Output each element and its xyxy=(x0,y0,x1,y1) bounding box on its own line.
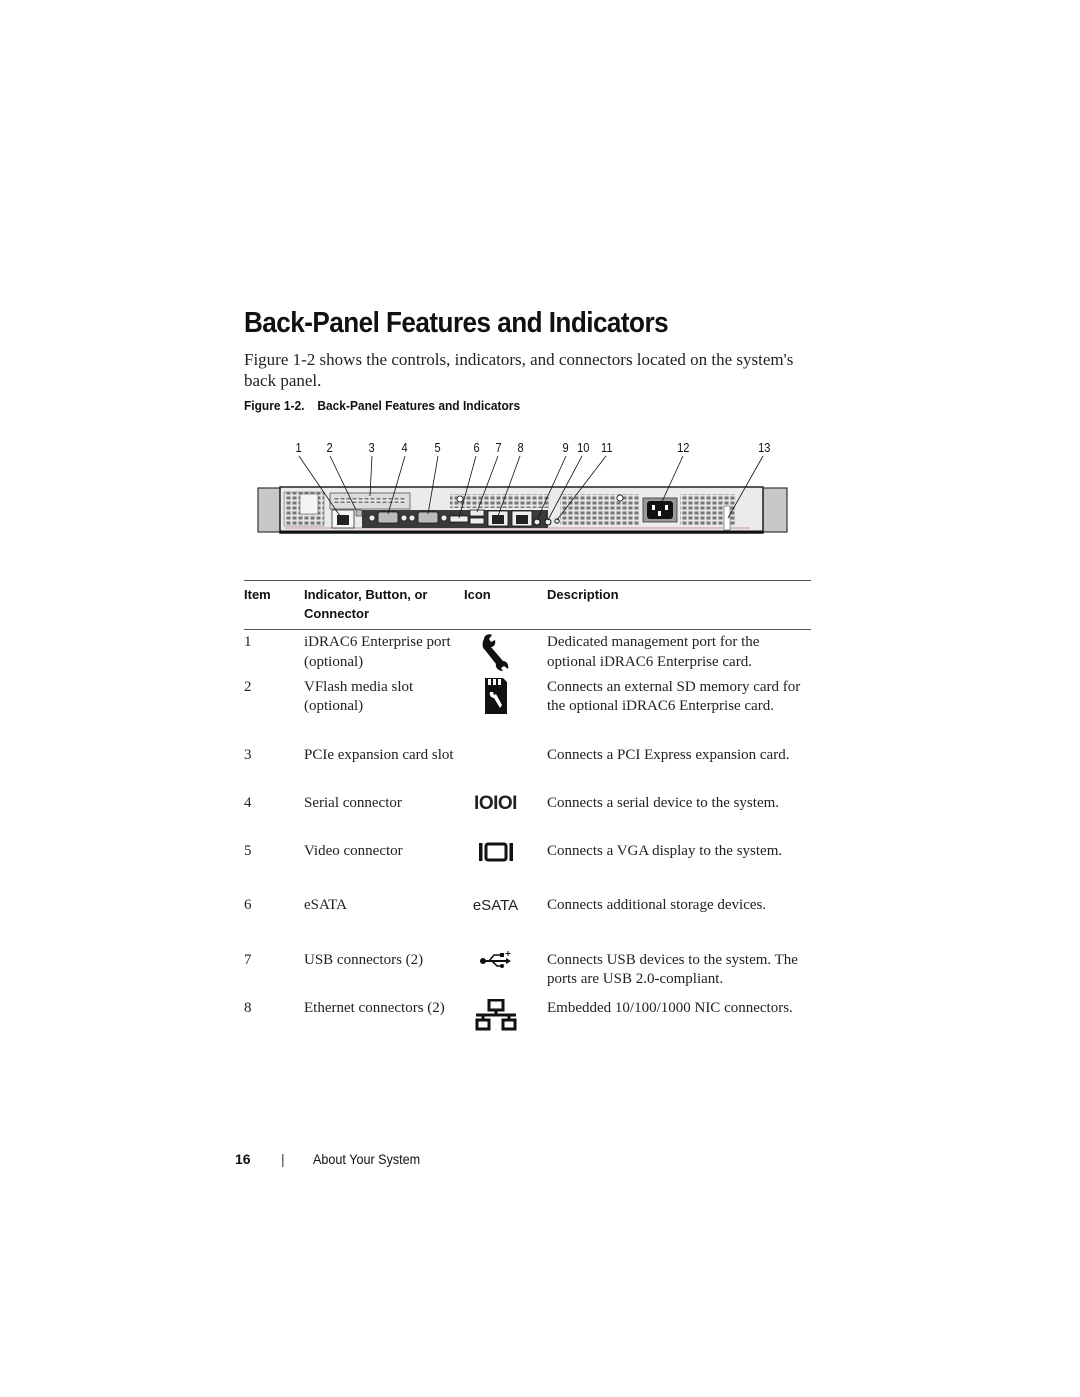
usb-icon xyxy=(479,950,511,968)
row-description: Connects an external SD memory card for … xyxy=(547,678,801,715)
table-row: 4 Serial connector IOIOI Connects a seri… xyxy=(244,792,811,842)
table-row: 7 USB connectors (2) Connects USB device… xyxy=(244,950,811,999)
wrench-icon xyxy=(482,634,508,671)
back-panel-figure: 1 2 3 4 5 6 7 8 9 10 11 12 13 xyxy=(250,436,795,544)
back-panel-illustration xyxy=(257,455,788,534)
header-name: Indicator, Button, or Connector xyxy=(304,587,428,621)
row-item: 1 xyxy=(244,634,252,650)
row-item: 3 xyxy=(244,746,252,763)
table-row: 5 Video connector Connects a VGA display… xyxy=(244,842,811,896)
header-icon: Icon xyxy=(464,587,491,602)
row-description: Embedded 10/100/1000 NIC connectors. xyxy=(547,999,793,1016)
row-name: Video connector xyxy=(304,842,403,859)
row-item: 4 xyxy=(244,794,252,811)
table-row: 3 PCIe expansion card slot Connects a PC… xyxy=(244,746,811,794)
table-header-row: Item Indicator, Button, or Connector Ico… xyxy=(244,580,811,630)
table-row: 6 eSATA eSATA Connects additional storag… xyxy=(244,896,811,951)
row-name: iDRAC6 Enterprise port (optional) xyxy=(304,634,451,670)
row-description: Connects a PCI Express expansion card. xyxy=(547,746,790,763)
footer-section-title: About Your System xyxy=(313,1151,421,1167)
intro-paragraph: Figure 1-2 shows the controls, indicator… xyxy=(244,350,794,390)
row-item: 7 xyxy=(244,951,252,968)
row-description: Connects a VGA display to the system. xyxy=(547,842,783,859)
right-rack-ear xyxy=(762,487,788,533)
figure-label: Figure 1-2. xyxy=(244,398,305,413)
video-icon xyxy=(478,842,513,861)
row-description: Connects additional storage devices. xyxy=(547,896,767,913)
usb-port-2 xyxy=(469,517,485,525)
serial-icon: IOIOI xyxy=(474,792,517,814)
vflash-slot xyxy=(355,509,363,517)
page-number: 16 xyxy=(235,1151,251,1167)
row-name: Ethernet connectors (2) xyxy=(304,999,445,1016)
header-item: Item xyxy=(244,587,271,602)
section-title: Back-Panel Features and Indicators xyxy=(244,307,669,340)
table-row: 2 VFlash media slot (optional) Connects … xyxy=(244,677,811,746)
row-item: 5 xyxy=(244,842,252,859)
row-name: USB connectors (2) xyxy=(304,951,424,968)
table-row: 1 iDRAC6 Enterprise port (optional) Dedi… xyxy=(244,630,811,678)
row-name: eSATA xyxy=(304,896,347,913)
figure-caption: Figure 1-2. Back-Panel Features and Indic… xyxy=(244,398,520,413)
page-footer: 16 | About Your System xyxy=(235,1151,432,1167)
esata-icon: eSATA xyxy=(472,896,519,914)
left-rack-ear xyxy=(257,487,281,533)
psu-status-indicator xyxy=(723,505,731,531)
back-panel-table: Item Indicator, Button, or Connector Ico… xyxy=(244,580,811,1047)
table-row: 8 Ethernet connectors (2) Embedded 10/10… xyxy=(244,998,811,1047)
row-description: Connects a serial device to the system. xyxy=(547,794,780,811)
network-icon xyxy=(475,998,516,1030)
footer-separator: | xyxy=(281,1151,285,1167)
figure-caption-text: Back-Panel Features and Indicators xyxy=(317,398,521,413)
row-item: 2 xyxy=(244,678,252,695)
sd-card-wrench-icon xyxy=(484,677,507,714)
row-description: Connects USB devices to the system. The … xyxy=(547,951,798,988)
row-item: 8 xyxy=(244,999,252,1016)
row-name: Serial connector xyxy=(304,794,402,811)
row-name: VFlash media slot (optional) xyxy=(304,678,414,715)
row-description: Dedicated management port for the option… xyxy=(547,634,760,670)
row-name: PCIe expansion card slot xyxy=(304,746,454,763)
row-item: 6 xyxy=(244,896,252,913)
header-description: Description xyxy=(547,587,619,602)
